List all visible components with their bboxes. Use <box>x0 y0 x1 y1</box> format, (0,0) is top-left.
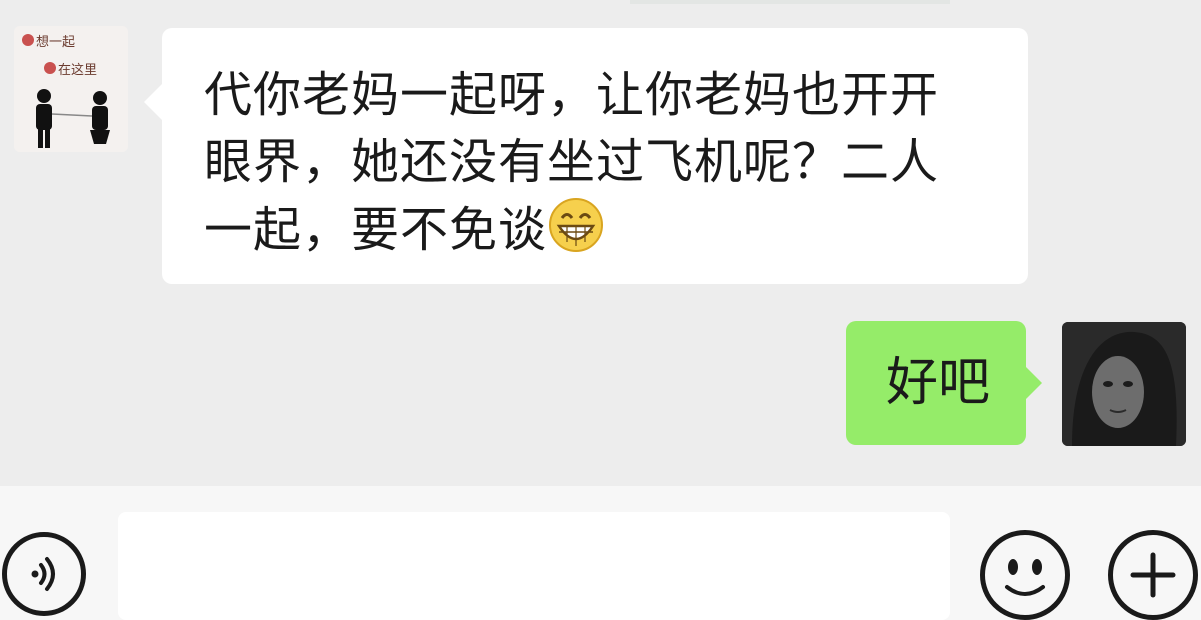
more-button[interactable] <box>1108 530 1198 620</box>
emoji-button[interactable] <box>980 530 1070 620</box>
previous-message-edge <box>630 0 950 4</box>
avatar-caption-2: 在这里 <box>58 62 97 78</box>
contact-avatar[interactable]: 想一起 在这里 <box>14 26 128 152</box>
incoming-message-text: 代你老妈一起呀，让你老妈也开开 眼界，她还没有坐过飞机呢？二人 一起，要不免谈 <box>204 62 1004 264</box>
couple-illustration-icon: 想一起 在这里 <box>14 26 128 152</box>
incoming-message-bubble[interactable]: 代你老妈一起呀，让你老妈也开开 眼界，她还没有坐过飞机呢？二人 一起，要不免谈 <box>144 28 1028 284</box>
message-line: 眼界，她还没有坐过飞机呢？二人 <box>204 134 940 190</box>
message-line-text: 一起，要不免谈 <box>204 202 548 258</box>
grinning-face-emoji-icon <box>549 198 604 252</box>
input-bar <box>0 486 1201 620</box>
smiley-face-icon <box>1005 559 1045 596</box>
plus-icon <box>1130 552 1176 598</box>
message-input[interactable] <box>118 512 950 620</box>
message-line: 代你老妈一起呀，让你老妈也开开 <box>204 67 940 123</box>
message-line: 一起，要不免谈 <box>204 196 1004 264</box>
outgoing-message-bubble[interactable]: 好吧 <box>846 321 1042 445</box>
voice-button[interactable] <box>2 532 86 616</box>
voice-wave-icon <box>31 557 55 591</box>
my-avatar[interactable] <box>1062 322 1186 446</box>
outgoing-message-text: 好吧 <box>886 353 991 413</box>
chat-message-area[interactable]: 想一起 在这里 代你老妈一起呀，让你老妈也开开 眼界，她还没有坐过飞机呢？二人 … <box>0 0 1201 486</box>
portrait-photo-icon <box>1062 322 1186 446</box>
avatar-caption-1: 想一起 <box>36 34 75 50</box>
